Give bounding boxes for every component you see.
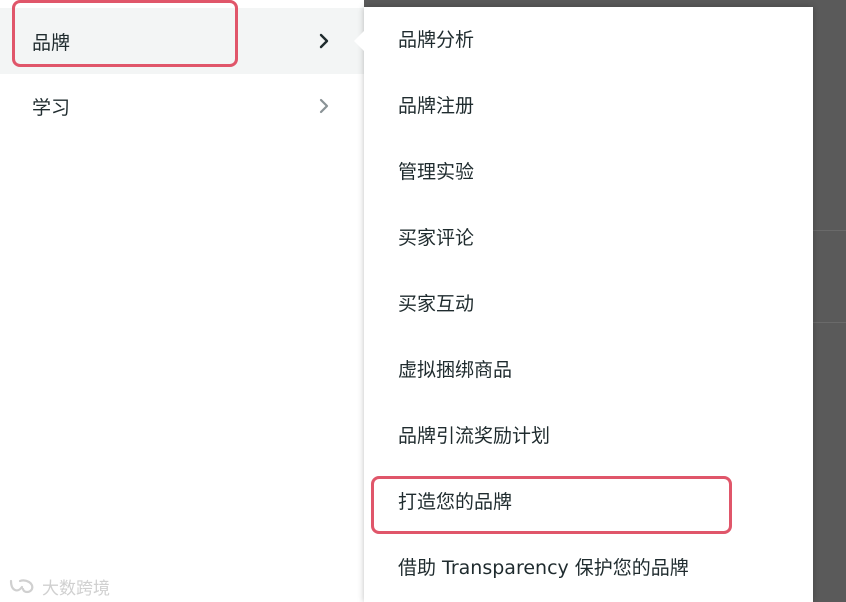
chevron-right-icon <box>319 98 329 114</box>
menu-item-label: 品牌 <box>32 31 71 54</box>
brand-submenu: 品牌分析 品牌注册 管理实验 买家评论 买家互动 虚拟捆绑商品 品牌引流奖励计划… <box>354 7 813 602</box>
watermark-text: 大数跨境 <box>42 579 110 599</box>
submenu-item-brand-analytics[interactable]: 品牌分析 <box>398 28 474 52</box>
menu-item-learn[interactable]: 学习 <box>0 73 364 139</box>
left-nav-menu: 品牌 学习 <box>0 0 364 602</box>
submenu-item-customer-reviews[interactable]: 买家评论 <box>398 226 474 250</box>
submenu-item-build-your-brand[interactable]: 打造您的品牌 <box>398 490 512 514</box>
menu-item-brand[interactable]: 品牌 <box>0 8 364 74</box>
watermark-logo-icon <box>9 578 34 593</box>
submenu-item-customer-engagement[interactable]: 买家互动 <box>398 292 474 316</box>
submenu-item-virtual-bundles[interactable]: 虚拟捆绑商品 <box>398 358 512 382</box>
watermark: 大数跨境 <box>8 574 110 599</box>
chevron-right-icon <box>319 33 329 49</box>
menu-item-label: 学习 <box>32 96 71 119</box>
submenu-item-brand-referral-bonus[interactable]: 品牌引流奖励计划 <box>398 424 550 448</box>
submenu-item-manage-experiments[interactable]: 管理实验 <box>398 160 474 184</box>
submenu-item-transparency[interactable]: 借助 Transparency 保护您的品牌 <box>398 556 689 580</box>
page: 品牌 学习 品牌分析 品牌注册 管理实验 买家评论 买家互动 虚拟捆绑商品 品牌… <box>0 0 846 602</box>
submenu-pointer <box>354 31 364 51</box>
submenu-item-brand-registry[interactable]: 品牌注册 <box>398 94 474 118</box>
